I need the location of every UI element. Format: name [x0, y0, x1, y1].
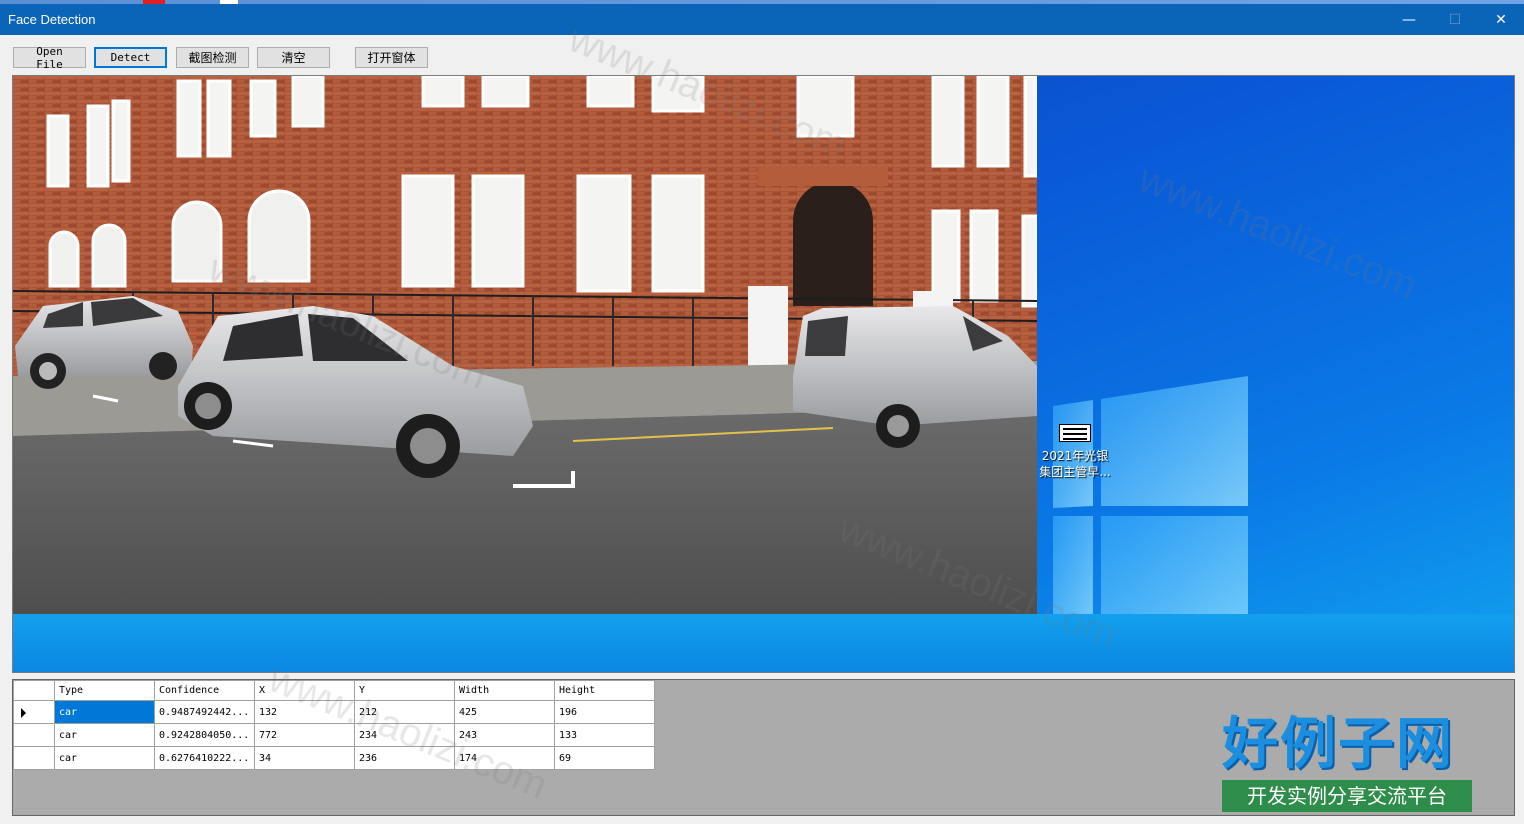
grid-header-row: Type Confidence X Y Width Height: [13, 680, 655, 701]
cell-width[interactable]: 243: [454, 723, 555, 747]
current-row-arrow-icon: [21, 708, 26, 718]
column-header-x[interactable]: X: [254, 680, 355, 701]
column-header-height[interactable]: Height: [554, 680, 655, 701]
street-photo: [13, 76, 1037, 614]
cell-x[interactable]: 132: [254, 700, 355, 724]
image-preview: 2021年光银 集团主管早...: [12, 75, 1515, 673]
cell-width[interactable]: 174: [454, 746, 555, 770]
grid-corner-header[interactable]: [13, 680, 55, 701]
cell-type[interactable]: car: [54, 723, 155, 747]
cell-confidence[interactable]: 0.9487492442...: [154, 700, 255, 724]
open-file-button[interactable]: Open File: [13, 45, 86, 71]
detect-button[interactable]: Detect: [94, 47, 167, 68]
cell-confidence[interactable]: 0.9242804050...: [154, 723, 255, 747]
desktop-icon-label-line2: 集团主管早...: [1039, 465, 1111, 479]
haolizi-watermark-logo: 好例子网 开发实例分享交流平台: [1222, 712, 1472, 812]
watermark-brand: 好例子网: [1222, 712, 1454, 777]
table-row[interactable]: car 0.9487492442... 132 212 425 196: [13, 700, 655, 724]
column-header-type[interactable]: Type: [54, 680, 155, 701]
cell-height[interactable]: 133: [554, 723, 655, 747]
table-row[interactable]: car 0.9242804050... 772 234 243 133: [13, 723, 655, 747]
close-button[interactable]: ✕: [1478, 4, 1524, 35]
screenshot-detect-button[interactable]: 截图检测: [176, 47, 249, 68]
desktop-icon-label-line1: 2021年光银: [1041, 449, 1109, 463]
cell-type[interactable]: car: [54, 700, 155, 724]
desktop-bottom-band: [13, 614, 1514, 672]
column-header-width[interactable]: Width: [454, 680, 555, 701]
open-window-button[interactable]: 打开窗体: [355, 47, 428, 68]
cell-y[interactable]: 212: [354, 700, 455, 724]
cell-x[interactable]: 772: [254, 723, 355, 747]
minimize-button[interactable]: —: [1386, 4, 1432, 35]
doc-icon: [1059, 424, 1091, 442]
title-bar[interactable]: Face Detection — ☐ ✕: [0, 4, 1524, 35]
column-header-confidence[interactable]: Confidence: [154, 680, 255, 701]
row-header[interactable]: [13, 723, 55, 747]
cell-confidence[interactable]: 0.6276410222...: [154, 746, 255, 770]
desktop-file-shortcut[interactable]: 2021年光银 集团主管早...: [1035, 424, 1115, 480]
cell-height[interactable]: 69: [554, 746, 655, 770]
cell-type[interactable]: car: [54, 746, 155, 770]
cell-height[interactable]: 196: [554, 700, 655, 724]
clear-button[interactable]: 清空: [257, 47, 330, 68]
cell-y[interactable]: 234: [354, 723, 455, 747]
table-row[interactable]: car 0.6276410222... 34 236 174 69: [13, 746, 655, 770]
cell-y[interactable]: 236: [354, 746, 455, 770]
maximize-button[interactable]: ☐: [1432, 4, 1478, 35]
column-header-y[interactable]: Y: [354, 680, 455, 701]
cell-x[interactable]: 34: [254, 746, 355, 770]
cell-width[interactable]: 425: [454, 700, 555, 724]
row-header[interactable]: [13, 700, 55, 724]
watermark-slogan: 开发实例分享交流平台: [1222, 780, 1472, 812]
window-title: Face Detection: [8, 12, 96, 27]
results-grid[interactable]: Type Confidence X Y Width Height car 0.9…: [13, 680, 655, 770]
row-header[interactable]: [13, 746, 55, 770]
